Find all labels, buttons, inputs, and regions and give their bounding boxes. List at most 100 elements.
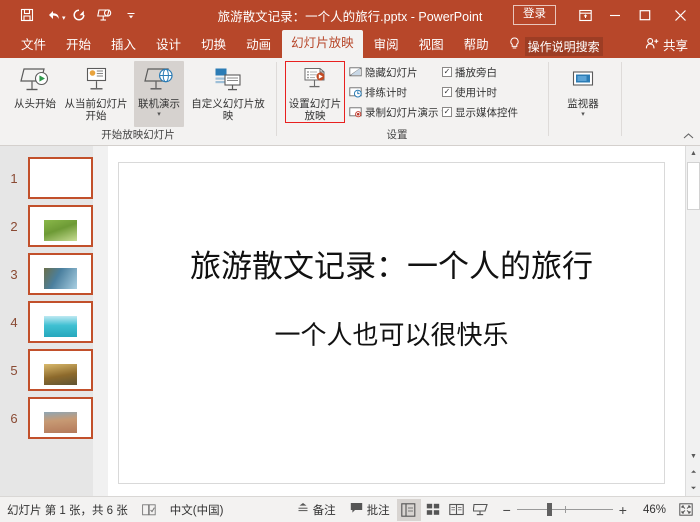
share-person-icon bbox=[645, 37, 659, 53]
thumbnail-number: 6 bbox=[0, 411, 28, 426]
reading-view-button[interactable] bbox=[445, 499, 469, 521]
thumb-image bbox=[44, 316, 77, 337]
slide-canvas[interactable]: 旅游散文记录：一个人的旅行 一个人也可以很快乐 bbox=[118, 162, 665, 484]
checkbox-indicator: ✓ bbox=[442, 87, 452, 97]
language-indicator[interactable]: 中文(中国) bbox=[163, 497, 231, 522]
record-slide-show-icon bbox=[349, 106, 362, 119]
monitor-button[interactable]: 监视器 ▾ bbox=[557, 61, 609, 118]
title-bar: ▾ 旅游散文记 bbox=[0, 0, 700, 30]
start-from-current-slide-button[interactable]: 从当前幻灯片开始 bbox=[62, 61, 130, 122]
tell-me-label: 操作说明搜索 bbox=[525, 37, 603, 56]
thumb-title-lines bbox=[35, 211, 86, 215]
ribbon-tab-bar: 文件 开始 插入 设计 切换 动画 幻灯片放映 审阅 视图 帮助 操作说明搜索 bbox=[0, 30, 700, 58]
present-online-button[interactable]: 联机演示 ▾ bbox=[134, 61, 184, 127]
thumbnail-slide-3[interactable]: 3 bbox=[0, 250, 108, 298]
next-slide-icon[interactable]: ⏷ bbox=[686, 481, 700, 496]
use-timings-label: 使用计时 bbox=[455, 85, 497, 100]
ribbon-display-options-icon[interactable] bbox=[570, 0, 600, 30]
slide-subtitle-text[interactable]: 一个人也可以很快乐 bbox=[119, 315, 664, 352]
set-up-slide-show-icon bbox=[300, 65, 330, 96]
scroll-down-icon[interactable]: ▼ bbox=[686, 449, 700, 464]
tab-help[interactable]: 帮助 bbox=[455, 34, 498, 58]
scrollbar-thumb[interactable] bbox=[687, 162, 700, 210]
fit-slide-to-window-icon[interactable] bbox=[672, 497, 700, 522]
zoom-slider[interactable]: − + bbox=[493, 503, 637, 517]
zoom-percentage[interactable]: 46% bbox=[637, 504, 672, 516]
use-timings-checkbox[interactable]: ✓ 使用计时 bbox=[442, 83, 497, 101]
maximize-icon[interactable] bbox=[630, 0, 660, 30]
thumbnail-slide-6[interactable]: 6 bbox=[0, 394, 108, 442]
thumbnail-slide-2[interactable]: 2 bbox=[0, 202, 108, 250]
zoom-track[interactable] bbox=[517, 509, 613, 510]
share-button[interactable]: 共享 bbox=[645, 35, 688, 54]
ribbon-separator-3 bbox=[621, 62, 622, 136]
start-from-beginning-button[interactable]: 从头开始 bbox=[6, 61, 64, 110]
zoom-in-button[interactable]: + bbox=[613, 503, 633, 517]
redo-icon[interactable] bbox=[66, 3, 92, 27]
thumbnail-slide-1[interactable]: 1 bbox=[0, 154, 108, 202]
thumbnail-preview bbox=[28, 301, 93, 343]
play-narrations-checkbox[interactable]: ✓ 播放旁白 bbox=[442, 63, 497, 81]
rehearse-timings-command[interactable]: 排练计时 bbox=[349, 83, 407, 101]
accessibility-check-icon[interactable] bbox=[135, 497, 163, 522]
status-bar: 幻灯片 第 1 张，共 6 张 中文(中国) 备注 bbox=[0, 496, 700, 522]
thumbnail-number: 4 bbox=[0, 315, 28, 330]
thumbnail-preview bbox=[28, 205, 93, 247]
window-controls: 登录 bbox=[513, 0, 700, 30]
show-media-controls-checkbox[interactable]: ✓ 显示媒体控件 bbox=[442, 103, 518, 121]
tab-slide-show[interactable]: 幻灯片放映 bbox=[282, 30, 363, 58]
set-up-slide-show-button[interactable]: 设置幻灯片放映 bbox=[285, 61, 345, 123]
normal-view-button[interactable] bbox=[397, 499, 421, 521]
tab-insert[interactable]: 插入 bbox=[102, 34, 145, 58]
thumb-title-lines bbox=[35, 259, 86, 263]
share-label: 共享 bbox=[663, 35, 688, 54]
customize-qat-icon[interactable] bbox=[118, 3, 144, 27]
tell-me-search[interactable]: 操作说明搜索 bbox=[509, 34, 603, 58]
zoom-handle[interactable] bbox=[547, 503, 552, 516]
language-label: 中文(中国) bbox=[170, 502, 224, 518]
tab-animations[interactable]: 动画 bbox=[237, 34, 280, 58]
sign-in-button[interactable]: 登录 bbox=[513, 5, 556, 25]
tab-file[interactable]: 文件 bbox=[12, 34, 55, 58]
chevron-up-icon[interactable] bbox=[683, 132, 694, 143]
tab-transitions[interactable]: 切换 bbox=[192, 34, 235, 58]
play-narrations-label: 播放旁白 bbox=[455, 65, 497, 80]
notes-label: 备注 bbox=[313, 502, 336, 518]
tab-design[interactable]: 设计 bbox=[147, 34, 190, 58]
close-icon[interactable] bbox=[660, 0, 700, 30]
save-icon[interactable] bbox=[14, 3, 40, 27]
notes-icon bbox=[297, 502, 309, 517]
thumbnail-number: 3 bbox=[0, 267, 28, 282]
previous-slide-icon[interactable]: ⏶ bbox=[686, 465, 700, 480]
slide-counter[interactable]: 幻灯片 第 1 张，共 6 张 bbox=[0, 497, 135, 522]
monitor-label: 监视器 bbox=[567, 98, 599, 110]
monitor-dropdown-caret[interactable]: ▾ bbox=[581, 110, 585, 118]
ribbon-group-monitors: 监视器 ▾ bbox=[549, 58, 621, 146]
ribbon-group-set-up: 设置幻灯片放映 隐藏幻灯片 bbox=[277, 58, 540, 146]
custom-slide-show-icon bbox=[213, 64, 243, 96]
minimize-icon[interactable] bbox=[600, 0, 630, 30]
main-vertical-scrollbar[interactable]: ▲ ▼ ⏶ ⏷ bbox=[685, 146, 700, 496]
thumbnail-slide-4[interactable]: 4 bbox=[0, 298, 108, 346]
thumbnail-preview bbox=[28, 253, 93, 295]
custom-slide-show-button[interactable]: 自定义幻灯片放映 bbox=[190, 61, 266, 122]
tab-review[interactable]: 审阅 bbox=[365, 34, 408, 58]
slide-title-text[interactable]: 旅游散文记录：一个人的旅行 bbox=[119, 241, 664, 286]
slide-thumbnail-pane[interactable]: 1 2 3 bbox=[0, 146, 108, 496]
thumbnail-pane-scrollbar[interactable] bbox=[93, 146, 108, 496]
slide-editing-area: 旅游散文记录：一个人的旅行 一个人也可以很快乐 bbox=[108, 146, 700, 496]
comments-button[interactable]: 批注 bbox=[343, 497, 397, 522]
start-from-beginning-icon[interactable] bbox=[92, 3, 118, 27]
hide-slide-command[interactable]: 隐藏幻灯片 bbox=[349, 63, 418, 81]
present-online-dropdown-caret[interactable]: ▾ bbox=[157, 110, 161, 118]
slide-show-view-button[interactable] bbox=[469, 499, 493, 521]
zoom-out-button[interactable]: − bbox=[497, 503, 517, 517]
notes-button[interactable]: 备注 bbox=[290, 497, 343, 522]
slide-sorter-view-button[interactable] bbox=[421, 499, 445, 521]
record-slide-show-label: 录制幻灯片演示 bbox=[365, 105, 439, 120]
thumbnail-slide-5[interactable]: 5 bbox=[0, 346, 108, 394]
tab-view[interactable]: 视图 bbox=[410, 34, 453, 58]
record-slide-show-command[interactable]: 录制幻灯片演示 ▾ bbox=[349, 103, 445, 121]
scroll-up-icon[interactable]: ▲ bbox=[686, 146, 700, 161]
tab-home[interactable]: 开始 bbox=[57, 34, 100, 58]
